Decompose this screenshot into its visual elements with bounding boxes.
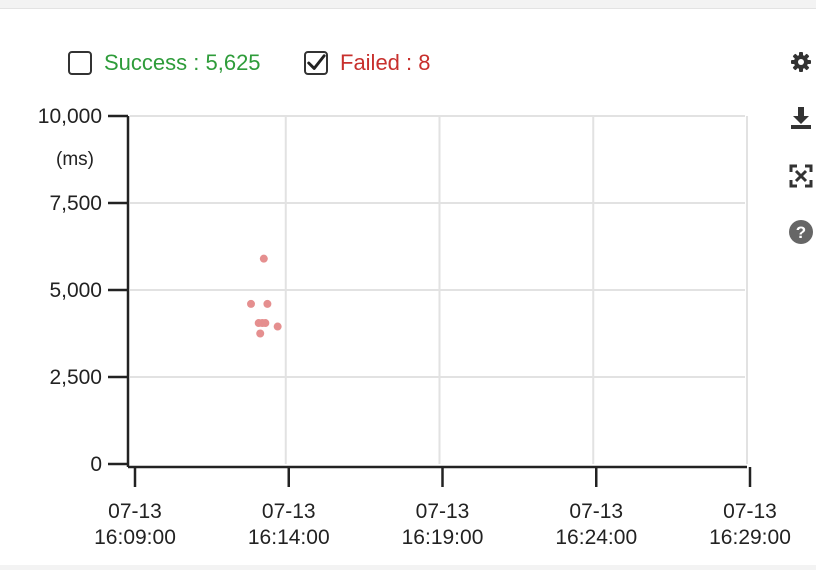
- data-point-failed: [259, 254, 268, 263]
- y-tick-label: 5,000: [49, 279, 102, 302]
- x-tick-label-date: 07-13: [262, 500, 316, 523]
- y-tick-label: 0: [90, 453, 102, 476]
- y-tick-label: 10,000: [38, 105, 102, 128]
- x-tick-label-date: 07-13: [108, 500, 162, 523]
- zoom-reset-icon[interactable]: [788, 163, 814, 189]
- data-point-failed: [247, 299, 255, 308]
- data-point-failed: [273, 322, 282, 331]
- y-tick-label: 2,500: [49, 366, 102, 389]
- x-tick-label-date: 07-13: [723, 500, 777, 523]
- data-point-failed: [256, 329, 265, 338]
- x-tick-label-time: 16:14:00: [248, 526, 330, 549]
- download-icon[interactable]: [788, 105, 814, 131]
- x-tick-label-time: 16:29:00: [709, 526, 791, 549]
- data-point-failed: [263, 299, 272, 308]
- gear-icon[interactable]: [788, 49, 814, 75]
- x-tick-label-date: 07-13: [569, 500, 623, 523]
- scatter-chart: 0 2,500 5,000 7,500 10,000 (ms) 07-13 16:09:00 0…: [38, 105, 791, 549]
- svg-text:?: ?: [796, 223, 806, 242]
- x-tick-label-date: 07-13: [416, 500, 470, 523]
- data-point-failed: [261, 319, 270, 328]
- x-tick-label-time: 16:09:00: [94, 526, 176, 549]
- y-unit-label: (ms): [56, 149, 94, 170]
- x-tick-label-time: 16:19:00: [402, 526, 484, 549]
- help-icon[interactable]: ?: [788, 219, 814, 245]
- x-tick-label-time: 16:24:00: [555, 526, 637, 549]
- y-tick-label: 7,500: [49, 192, 102, 215]
- chart-panel: Success : 5,625 Failed : 8 0 2,500 5,000 7,…: [0, 8, 816, 565]
